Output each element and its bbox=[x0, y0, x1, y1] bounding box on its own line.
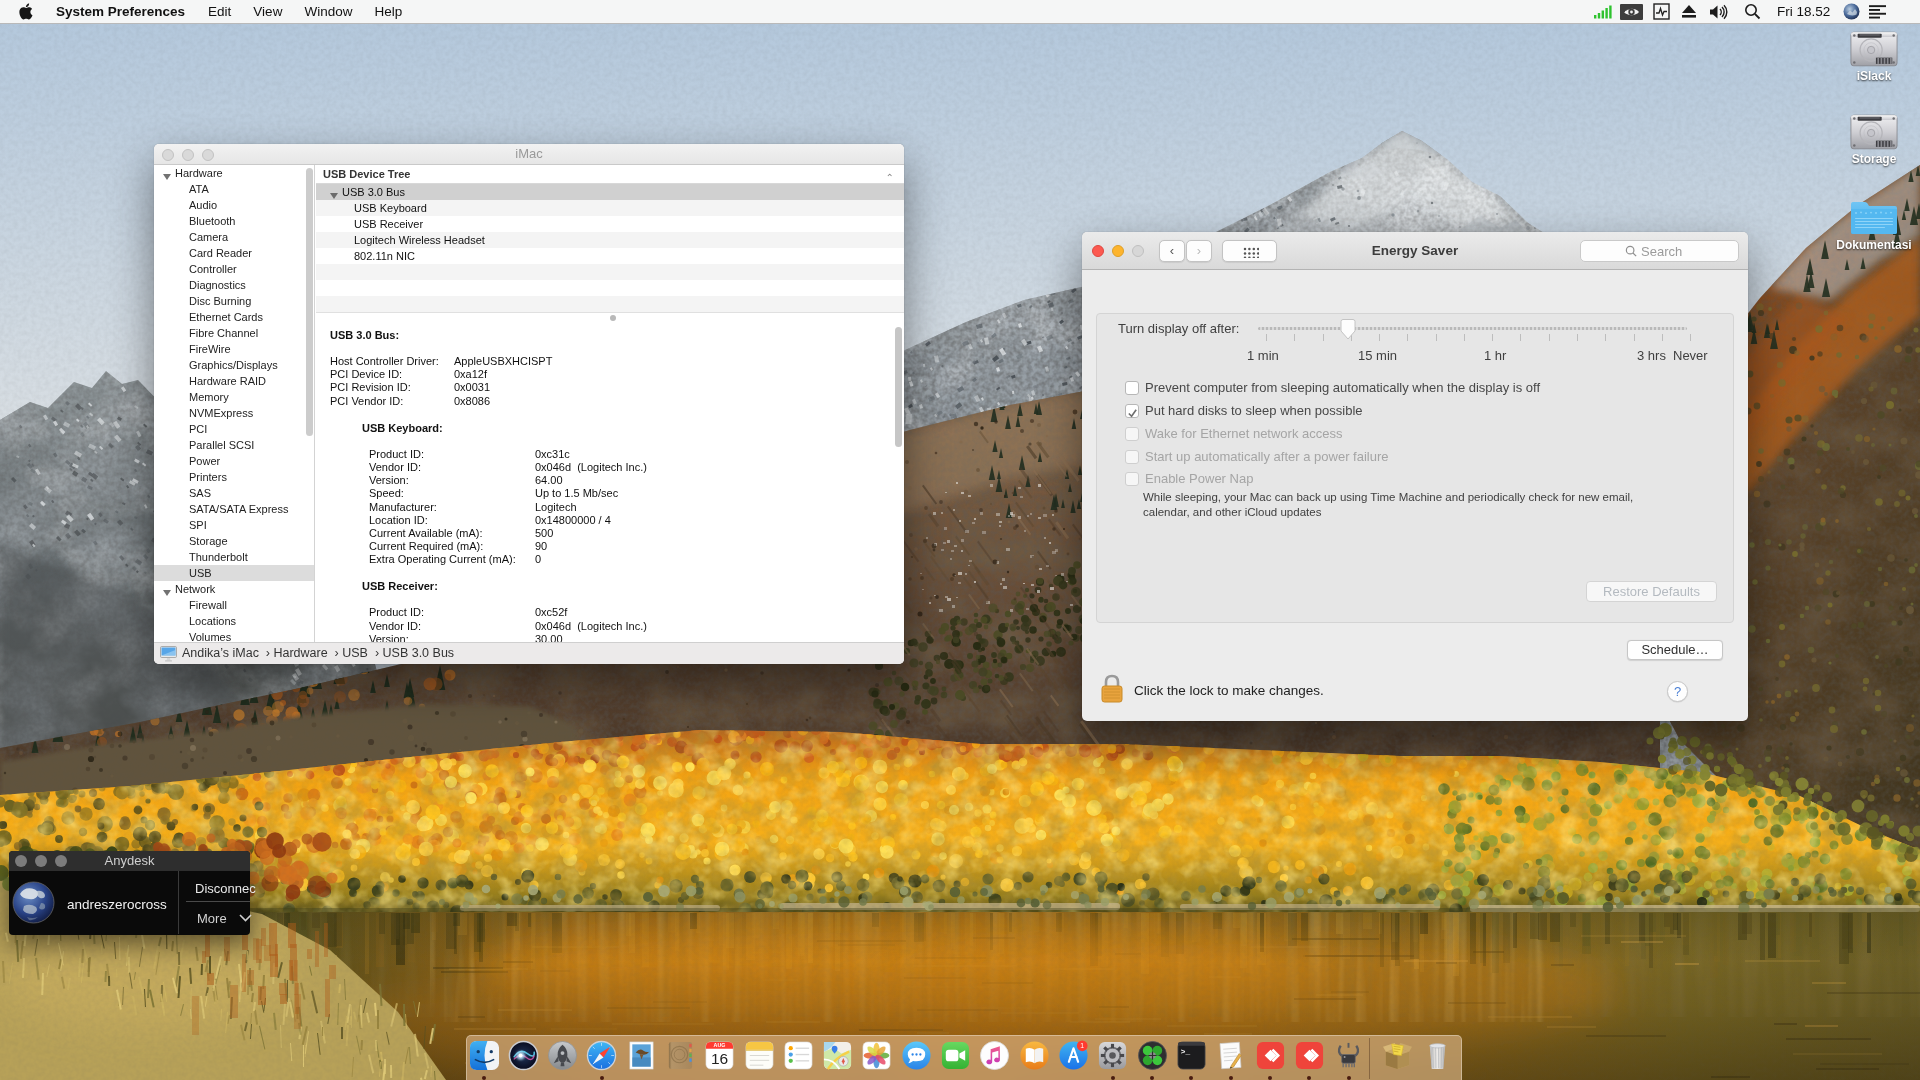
svg-text:1: 1 bbox=[1080, 1042, 1084, 1049]
svg-text:>_: >_ bbox=[1181, 1048, 1191, 1056]
svg-text:16: 16 bbox=[711, 1050, 728, 1067]
svg-text:AUG: AUG bbox=[714, 1042, 726, 1048]
